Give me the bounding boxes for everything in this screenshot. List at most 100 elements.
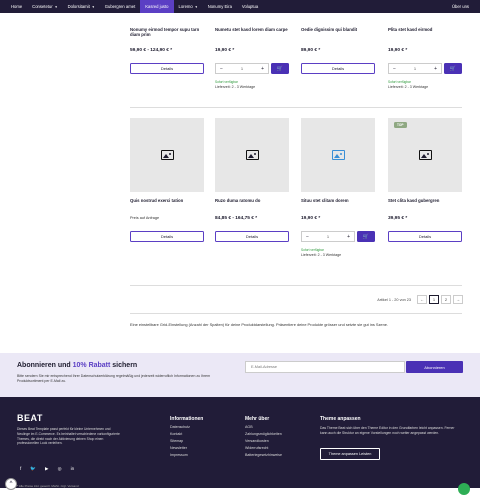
footer-price-note: * Alle Preise inkl. gesetzl. MwSt. zzgl.… xyxy=(17,484,79,488)
facebook-icon[interactable]: f xyxy=(20,466,21,472)
footer-link[interactable]: Impressum xyxy=(170,452,190,459)
nav-label: Über uns xyxy=(452,4,469,9)
footer-link[interactable]: Sitemap xyxy=(170,438,190,445)
product-image[interactable] xyxy=(215,118,289,192)
product-card[interactable]: Numetu stet kasd lorem diam carpe xyxy=(215,27,289,32)
nav-item-voluptua[interactable]: Voluptua xyxy=(237,0,263,13)
product-price: 19,90 € * xyxy=(301,216,321,221)
nav-item-loremo[interactable]: Loremo ▼ xyxy=(174,0,203,13)
quantity-box: − 1 + xyxy=(388,63,442,74)
footer-link[interactable]: Widerrufsrecht xyxy=(245,445,282,452)
product-name[interactable]: Situu stet clitam dorem xyxy=(301,198,375,203)
pagination-page-1[interactable]: 1 xyxy=(429,295,439,304)
product-card[interactable]: Situu stet clitam dorem xyxy=(301,198,375,203)
image-placeholder-icon xyxy=(160,150,174,160)
minus-button[interactable]: − xyxy=(306,234,309,240)
plus-button[interactable]: + xyxy=(434,66,437,72)
footer-link[interactable]: Zahlungsmöglichkeiten xyxy=(245,431,282,438)
product-name[interactable]: Oedie dignissim qui blandit xyxy=(301,27,375,32)
youtube-icon[interactable]: ▶ xyxy=(45,466,49,472)
grid-info-text: Eine einstellbare Grid-Einstellung (Anza… xyxy=(130,322,389,327)
top-badge: TOP xyxy=(394,122,407,128)
product-card[interactable]: Plita stet kasd eirmod xyxy=(388,27,462,32)
pagination-next-button[interactable]: → xyxy=(453,295,463,304)
product-card[interactable]: Quis nostrud exerci tation xyxy=(130,198,204,203)
product-image[interactable]: TOP xyxy=(388,118,462,192)
image-placeholder-icon xyxy=(331,150,345,160)
product-card[interactable]: Stet clita kasd gubergren xyxy=(388,198,462,203)
product-card[interactable]: Nonumy eirmod tempor supu tarn diam prim xyxy=(130,27,204,38)
cart-icon: 🛒 xyxy=(276,65,284,72)
scroll-to-top-button[interactable]: ^ xyxy=(5,478,17,490)
twitter-icon[interactable]: 🐦 xyxy=(30,466,36,472)
quantity-value[interactable]: 1 xyxy=(241,66,243,71)
newsletter-title: Abonnieren und 10% Rabatt sichern xyxy=(17,362,137,369)
product-name[interactable]: Stet clita kasd gubergren xyxy=(388,198,462,203)
product-name[interactable]: Ruzo duma ratomu do xyxy=(215,198,289,203)
product-card[interactable]: Ruzo duma ratomu do xyxy=(215,198,289,203)
image-placeholder-icon xyxy=(245,150,259,160)
product-image[interactable] xyxy=(130,118,204,192)
theme-customize-button[interactable]: Theme anpassen Leisten xyxy=(320,448,380,460)
cart-icon: 🛒 xyxy=(362,233,370,240)
details-button[interactable]: Details xyxy=(301,63,375,74)
details-button[interactable]: Details xyxy=(388,231,462,242)
pagination-prev-button[interactable]: ← xyxy=(417,295,427,304)
footer-link[interactable]: AGB xyxy=(245,424,282,431)
details-button[interactable]: Details xyxy=(130,63,204,74)
nav-item-about[interactable]: Über uns xyxy=(447,0,474,13)
footer-link[interactable]: Versandkosten xyxy=(245,438,282,445)
main-navigation: Home Consetetur ▼ Dolorsitamit ▼ Gubergren… xyxy=(0,0,480,13)
nav-item-kasred[interactable]: Kasred justo xyxy=(140,0,174,13)
quantity-stepper: − 1 + 🛒 xyxy=(388,63,462,74)
plus-button[interactable]: + xyxy=(347,234,350,240)
subscribe-button[interactable]: Abonnieren xyxy=(406,361,463,373)
nav-item-consetetur[interactable]: Consetetur ▼ xyxy=(27,0,62,13)
footer-logo[interactable]: BEAT xyxy=(17,413,43,423)
add-to-cart-button[interactable]: 🛒 xyxy=(444,63,462,74)
row-divider xyxy=(130,285,462,286)
nav-item-home[interactable]: Home xyxy=(6,0,27,13)
nav-label: Voluptua xyxy=(241,4,259,9)
minus-button[interactable]: − xyxy=(393,66,396,72)
email-field[interactable]: E-Mail-Adresse xyxy=(245,361,405,373)
social-links: f 🐦 ▶ ◎ in xyxy=(20,466,74,472)
pagination-page-2[interactable]: 2 xyxy=(441,295,451,304)
details-button[interactable]: Details xyxy=(130,231,204,242)
plus-button[interactable]: + xyxy=(261,66,264,72)
footer-link[interactable]: Kontakt xyxy=(170,431,190,438)
nav-item-dolorsitamit[interactable]: Dolorsitamit ▼ xyxy=(63,0,100,13)
product-name[interactable]: Numetu stet kasd lorem diam carpe xyxy=(215,27,289,32)
product-price: 84,85 € - 164,75 € * xyxy=(215,216,258,221)
footer-link[interactable]: Batteriegesetzhinweise xyxy=(245,452,282,459)
quantity-value[interactable]: 1 xyxy=(327,234,329,239)
product-image[interactable] xyxy=(301,118,375,192)
product-name[interactable]: Quis nostrud exerci tation xyxy=(130,198,204,203)
stock-status: Sofort verfügbar xyxy=(388,80,411,84)
delivery-time: Lieferzeit: 2 - 3 Werktage xyxy=(215,85,256,89)
footer-col-more: AGB Zahlungsmöglichkeiten Versandkosten … xyxy=(245,424,282,459)
add-to-cart-button[interactable]: 🛒 xyxy=(357,231,375,242)
footer-col-title-theme: Theme anpassen xyxy=(320,416,361,422)
cart-icon: 🛒 xyxy=(449,65,457,72)
newsletter-title-prefix: Abonnieren und xyxy=(17,362,73,369)
footer-col-title-more: Mehr über xyxy=(245,416,270,422)
nav-item-nonumy[interactable]: Nonumy Eira xyxy=(203,0,237,13)
product-name[interactable]: Nonumy eirmod tempor supu tarn diam prim xyxy=(130,27,204,38)
footer-link[interactable]: Newsletter xyxy=(170,445,190,452)
instagram-icon[interactable]: ◎ xyxy=(58,466,62,472)
footer-link[interactable]: Datenschutz xyxy=(170,424,190,431)
pagination: Artikel 1 - 20 von 23 ← 1 2 → xyxy=(377,295,463,304)
nav-item-gubergren[interactable]: Gubergren amet xyxy=(100,0,141,13)
chat-widget-icon[interactable] xyxy=(458,483,470,495)
quantity-value[interactable]: 1 xyxy=(414,66,416,71)
newsletter-section: Abonnieren und 10% Rabatt sichern Bitte … xyxy=(0,353,480,397)
add-to-cart-button[interactable]: 🛒 xyxy=(271,63,289,74)
linkedin-icon[interactable]: in xyxy=(71,466,75,472)
product-price: 19,90 € * xyxy=(388,48,408,53)
product-card[interactable]: Oedie dignissim qui blandit xyxy=(301,27,375,32)
nav-label: Dolorsitamit xyxy=(67,4,90,9)
product-name[interactable]: Plita stet kasd eirmod xyxy=(388,27,462,32)
details-button[interactable]: Details xyxy=(215,231,289,242)
minus-button[interactable]: − xyxy=(220,66,223,72)
